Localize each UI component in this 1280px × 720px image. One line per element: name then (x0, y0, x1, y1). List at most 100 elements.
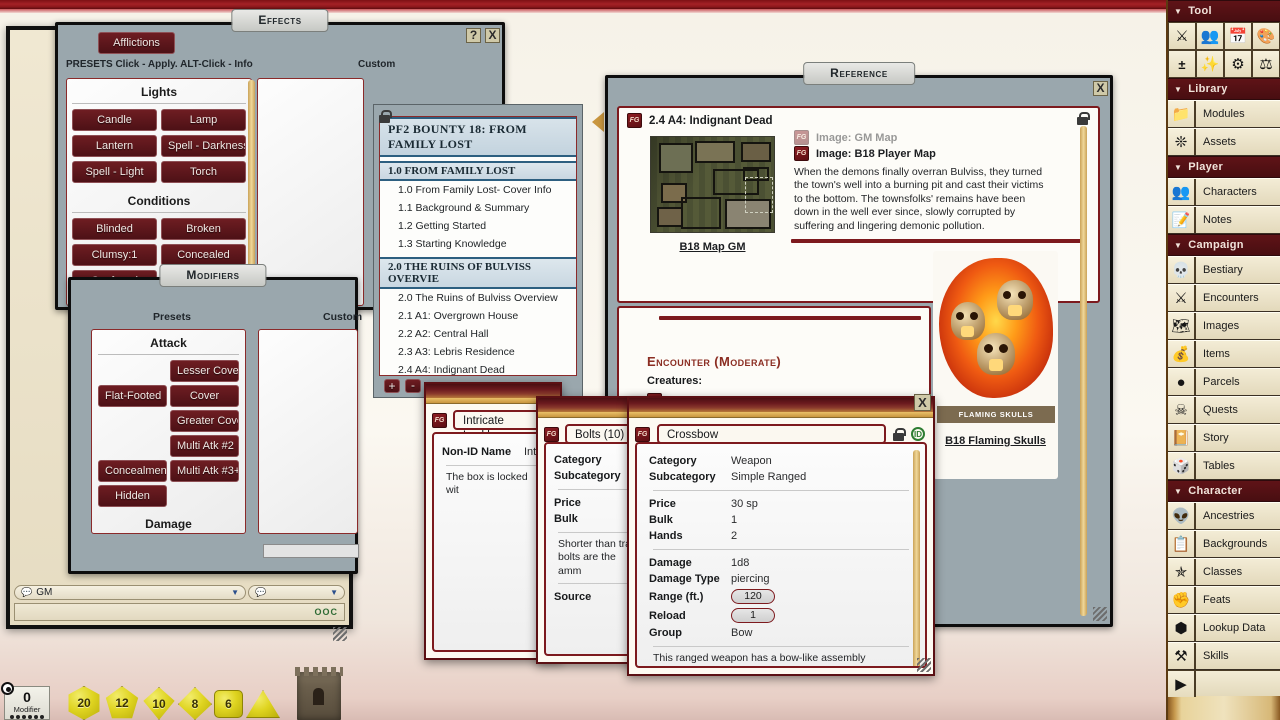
toc-item-2-2[interactable]: 2.2 A2: Central Hall (380, 325, 576, 343)
image-link-gm-map[interactable]: FG Image: GM Map (794, 130, 897, 145)
toc-item-2-3[interactable]: 2.3 A3: Lebris Residence (380, 343, 576, 361)
toc-lock-icon[interactable] (379, 110, 390, 123)
map-thumbnail[interactable] (650, 136, 775, 233)
sidebar-group-campaign[interactable]: ▼ Campaign (1168, 234, 1280, 256)
toc-item-2-4[interactable]: 2.4 A4: Indignant Dead (380, 361, 576, 376)
crossbow-range-value[interactable]: 120 (731, 589, 775, 604)
crossbow-reload-value[interactable]: 1 (731, 608, 775, 623)
modifiers-presets-list[interactable]: Attack Lesser Cover Flat-Footed Cover Gr… (91, 329, 246, 534)
toc-list[interactable]: PF2 BOUNTY 18: FROM FAMILY LOST 1.0 FROM… (379, 116, 577, 376)
sidebar-item-backgrounds[interactable]: 📋 Backgrounds (1168, 530, 1280, 558)
flaming-skulls-artwork[interactable] (939, 258, 1053, 398)
gear-icon[interactable]: ⚙ (1224, 50, 1252, 78)
crossbow-scrollbar[interactable] (913, 450, 920, 668)
crossbow-close-button[interactable]: X (914, 394, 931, 411)
sidebar-item-items[interactable]: 💰 Items (1168, 340, 1280, 368)
effects-close-button[interactable]: X (485, 28, 500, 43)
combat-tracker-icon[interactable]: ⚖ (1252, 50, 1280, 78)
modifier-custom-input[interactable] (263, 544, 359, 558)
art-link[interactable]: B18 Flaming Skulls (933, 431, 1058, 449)
crossbow-name-field[interactable]: Crossbow (657, 424, 886, 444)
calendar-icon[interactable]: 📅 (1224, 22, 1252, 50)
plus-minus-icon[interactable]: ± (1168, 50, 1196, 78)
toc-item-1-0[interactable]: 1.0 From Family Lost- Cover Info (380, 181, 576, 199)
sidebar-expand-button[interactable]: ▶ (1168, 670, 1280, 696)
sidebar-item-quests[interactable]: ☠ Quests (1168, 396, 1280, 424)
sidebar-item-modules[interactable]: 📁 Modules (1168, 100, 1280, 128)
ooc-toggle[interactable]: OOC (314, 607, 338, 617)
effect-preset-spell-light[interactable]: Spell - Light (72, 161, 157, 183)
reference-resize-grip[interactable] (1093, 607, 1107, 621)
sidebar-item-ancestries[interactable]: 👽 Ancestries (1168, 502, 1280, 530)
chat-input[interactable]: OOC (14, 603, 345, 621)
effect-preset-lantern[interactable]: Lantern (72, 135, 157, 157)
reference-scrollbar[interactable] (1080, 126, 1087, 616)
dice-tower[interactable] (297, 672, 341, 720)
mod-greater-cover[interactable]: Greater Cover (170, 410, 239, 432)
toc-item-2-1[interactable]: 2.1 A1: Overgrown House (380, 307, 576, 325)
effects-icon[interactable]: ✨ (1196, 50, 1224, 78)
mod-multi-atk-3[interactable]: Multi Atk #3+ (170, 460, 239, 482)
effect-preset-broken[interactable]: Broken (161, 218, 246, 240)
crossed-swords-icon[interactable]: ⚔ (1168, 22, 1196, 50)
sidebar-item-parcels[interactable]: ● Parcels (1168, 368, 1280, 396)
palette-icon[interactable]: 🎨 (1252, 22, 1280, 50)
sidebar-item-story[interactable]: 📔 Story (1168, 424, 1280, 452)
help-button[interactable]: ? (466, 28, 481, 43)
mod-flat-footed[interactable]: Flat-Footed (98, 385, 167, 407)
mod-lesser-cover[interactable]: Lesser Cover (170, 360, 239, 382)
effect-preset-candle[interactable]: Candle (72, 109, 157, 131)
effect-preset-blinded[interactable]: Blinded (72, 218, 157, 240)
toc-remove-button[interactable]: - (405, 379, 421, 393)
chat-target-dropdown[interactable]: 💬 ▼ (248, 585, 345, 600)
toc-item-1-3[interactable]: 1.3 Starting Knowledge (380, 235, 576, 253)
effect-preset-torch[interactable]: Torch (161, 161, 246, 183)
effect-preset-spell-darkness[interactable]: Spell - Darkness (161, 135, 246, 157)
sidebar-group-player[interactable]: ▼ Player (1168, 156, 1280, 178)
sidebar-item-notes[interactable]: 📝 Notes (1168, 206, 1280, 234)
crossbow-resize-grip[interactable] (917, 658, 931, 672)
sidebar-group-library[interactable]: ▼ Library (1168, 78, 1280, 100)
mod-hidden[interactable]: Hidden (98, 485, 167, 507)
lock-icon[interactable] (893, 428, 904, 441)
party-icon[interactable]: 👥 (1196, 22, 1224, 50)
sidebar-item-bestiary[interactable]: 💀 Bestiary (1168, 256, 1280, 284)
sidebar-item-characters[interactable]: 👥 Characters (1168, 178, 1280, 206)
toc-collapse-arrow-icon[interactable] (592, 112, 604, 132)
sidebar-item-images[interactable]: 🗺 Images (1168, 312, 1280, 340)
sidebar-item-skills[interactable]: ⚒ Skills (1168, 642, 1280, 670)
sidebar-item-tables[interactable]: 🎲 Tables (1168, 452, 1280, 480)
mod-multi-atk-2[interactable]: Multi Atk #2 (170, 435, 239, 457)
crossbow-detail-pane[interactable]: Category Weapon Subcategory Simple Range… (635, 442, 927, 668)
sidebar-item-feats[interactable]: ✊ Feats (1168, 586, 1280, 614)
sidebar-group-tool[interactable]: ▼ Tool (1168, 0, 1280, 22)
reference-close-button[interactable]: X (1093, 81, 1108, 96)
reference-lock-icon[interactable] (1077, 112, 1088, 125)
effect-preset-clumsy[interactable]: Clumsy:1 (72, 244, 157, 266)
mod-cover[interactable]: Cover (170, 385, 239, 407)
modifiers-custom-list[interactable] (258, 329, 358, 534)
modifier-reset-icon[interactable] (1, 682, 14, 695)
afflictions-tab[interactable]: Afflictions (98, 32, 175, 54)
sidebar-item-lookup-data[interactable]: ⬢ Lookup Data (1168, 614, 1280, 642)
toc-item-1-1[interactable]: 1.1 Background & Summary (380, 199, 576, 217)
sidebar-item-classes[interactable]: ✯ Classes (1168, 558, 1280, 586)
toc-add-button[interactable]: + (384, 379, 400, 393)
modifier-box[interactable]: 0 Modifier (4, 686, 50, 720)
chat-resize-grip[interactable] (333, 627, 347, 641)
mod-concealment[interactable]: Concealment (98, 460, 167, 482)
die-d6[interactable]: 6 (214, 690, 243, 718)
effect-preset-concealed[interactable]: Concealed (161, 244, 246, 266)
image-link-player-map[interactable]: FG Image: B18 Player Map (794, 146, 936, 161)
sidebar-group-character[interactable]: ▼ Character (1168, 480, 1280, 502)
toc-item-2-0[interactable]: 2.0 The Ruins of Bulviss Overview (380, 289, 576, 307)
toc-item-1-2[interactable]: 1.2 Getting Started (380, 217, 576, 235)
map-caption-link[interactable]: B18 Map GM (650, 237, 775, 255)
effect-preset-lamp[interactable]: Lamp (161, 109, 246, 131)
sidebar-item-assets[interactable]: ❊ Assets (1168, 128, 1280, 156)
sidebar-item-encounters[interactable]: ⚔ Encounters (1168, 284, 1280, 312)
effects-custom-list[interactable] (257, 78, 364, 306)
chat-identity-dropdown[interactable]: 💬 GM ▼ (14, 585, 246, 600)
crossbow-reload-label: Reload (649, 610, 731, 622)
identified-badge[interactable]: ID (911, 427, 925, 441)
